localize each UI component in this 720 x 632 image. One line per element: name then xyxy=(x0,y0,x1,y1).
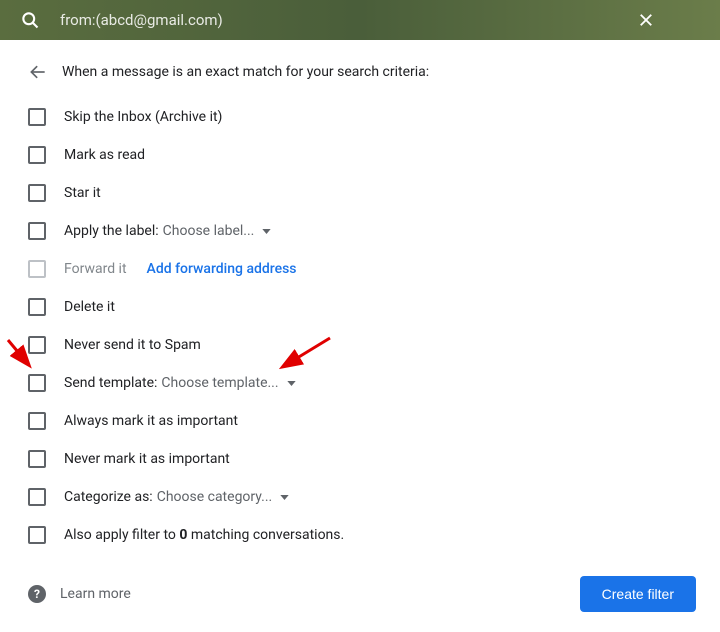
checkbox-always-important[interactable] xyxy=(28,412,46,430)
option-label: Apply the label: xyxy=(64,223,159,239)
create-filter-button[interactable]: Create filter xyxy=(580,576,696,612)
checkbox-star[interactable] xyxy=(28,184,46,202)
send-template-dropdown[interactable]: Choose template... xyxy=(161,375,295,391)
option-always-important: Always mark it as important xyxy=(0,402,720,440)
option-label: Mark as read xyxy=(64,147,145,163)
option-label: Categorize as: xyxy=(64,489,153,505)
checkbox-categorize[interactable] xyxy=(28,488,46,506)
option-skip-inbox: Skip the Inbox (Archive it) xyxy=(0,98,720,136)
search-bar: from:(abcd@gmail.com) xyxy=(0,0,720,40)
apply-label-dropdown[interactable]: Choose label... xyxy=(163,223,272,239)
option-label: Never send it to Spam xyxy=(64,337,201,353)
help-icon[interactable]: ? xyxy=(28,585,46,603)
back-arrow-icon[interactable] xyxy=(28,62,48,82)
option-mark-read: Mark as read xyxy=(0,136,720,174)
checkbox-send-template[interactable] xyxy=(28,374,46,392)
option-label: Skip the Inbox (Archive it) xyxy=(64,109,222,125)
footer: ? Learn more Create filter xyxy=(0,562,720,612)
also-apply-post: matching conversations. xyxy=(187,527,344,543)
dropdown-text: Choose category... xyxy=(157,489,273,505)
checkbox-never-spam[interactable] xyxy=(28,336,46,354)
option-label: Delete it xyxy=(64,299,115,315)
option-send-template: Send template: Choose template... xyxy=(0,364,720,402)
option-label: Send template: xyxy=(64,375,157,391)
option-label: Also apply filter to 0 matching conversa… xyxy=(64,527,344,543)
header-text: When a message is an exact match for you… xyxy=(62,64,429,80)
checkbox-skip-inbox[interactable] xyxy=(28,108,46,126)
option-forward: Forward it Add forwarding address xyxy=(0,250,720,288)
search-query[interactable]: from:(abcd@gmail.com) xyxy=(60,11,223,29)
checkbox-forward[interactable] xyxy=(28,260,46,278)
close-icon[interactable] xyxy=(637,11,655,29)
also-apply-pre: Also apply filter to xyxy=(64,527,179,543)
option-never-important: Never mark it as important xyxy=(0,440,720,478)
checkbox-apply-label[interactable] xyxy=(28,222,46,240)
dropdown-text: Choose label... xyxy=(163,223,255,239)
checkbox-delete[interactable] xyxy=(28,298,46,316)
option-label: Forward it xyxy=(64,261,127,277)
chevron-down-icon xyxy=(280,495,289,500)
option-also-apply: Also apply filter to 0 matching conversa… xyxy=(0,516,720,554)
option-label: Never mark it as important xyxy=(64,451,230,467)
chevron-down-icon xyxy=(262,229,271,234)
option-apply-label: Apply the label: Choose label... xyxy=(0,212,720,250)
option-label: Always mark it as important xyxy=(64,413,238,429)
option-never-spam: Never send it to Spam xyxy=(0,326,720,364)
checkbox-never-important[interactable] xyxy=(28,450,46,468)
checkbox-also-apply[interactable] xyxy=(28,526,46,544)
option-label: Star it xyxy=(64,185,101,201)
chevron-down-icon xyxy=(287,381,296,386)
option-delete: Delete it xyxy=(0,288,720,326)
learn-more-link[interactable]: Learn more xyxy=(60,586,131,602)
checkbox-mark-read[interactable] xyxy=(28,146,46,164)
categorize-dropdown[interactable]: Choose category... xyxy=(157,489,290,505)
dropdown-text: Choose template... xyxy=(161,375,278,391)
filter-options-panel: When a message is an exact match for you… xyxy=(0,40,720,632)
option-categorize: Categorize as: Choose category... xyxy=(0,478,720,516)
add-forwarding-link[interactable]: Add forwarding address xyxy=(147,261,297,277)
search-icon[interactable] xyxy=(20,10,40,30)
option-star: Star it xyxy=(0,174,720,212)
